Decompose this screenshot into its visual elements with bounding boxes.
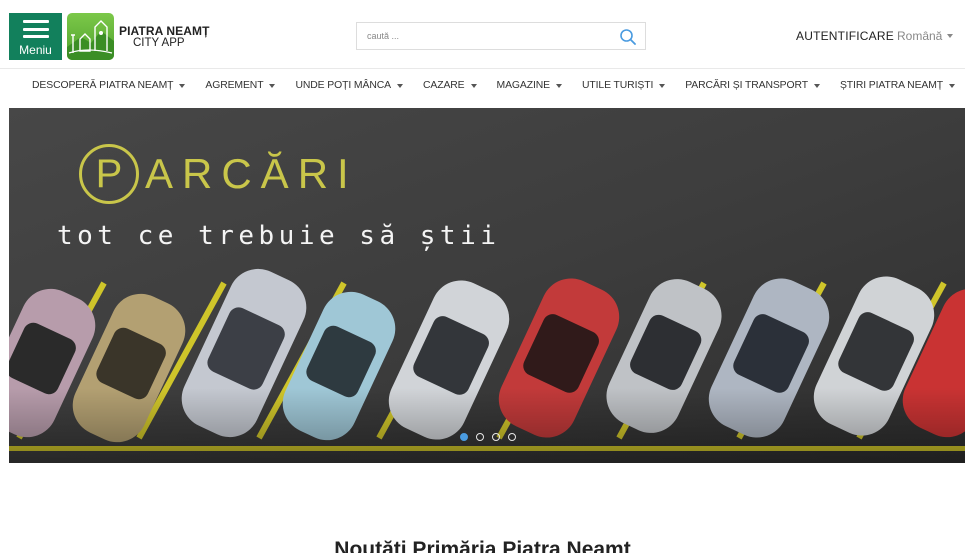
nav-item-label: UTILE TURIȘTI	[581, 80, 654, 91]
nav-item-stiri[interactable]: ȘTIRI PIATRA NEAMȚ	[839, 80, 956, 91]
nav-item-label: MAGAZINE	[496, 80, 551, 91]
caret-down-icon	[396, 83, 403, 88]
slider-dot-4[interactable]	[508, 433, 516, 441]
nav-item-label: DESCOPERĂ PIATRA NEAMȚ	[32, 80, 174, 91]
nav-item-descopera[interactable]: DESCOPERĂ PIATRA NEAMȚ	[32, 80, 186, 91]
hero-subtitle: tot ce trebuie să știi	[57, 221, 501, 251]
search-input[interactable]	[357, 23, 607, 49]
hero-slider[interactable]: P ARCĂRI tot ce trebuie să știi	[9, 108, 965, 463]
nav-item-label: PARCĂRI ȘI TRANSPORT	[685, 80, 808, 91]
logo-line-1: PIATRA NEAMȚ	[119, 23, 210, 38]
nav-item-utile-turisti[interactable]: UTILE TURIȘTI	[581, 80, 666, 91]
caret-down-icon	[555, 83, 562, 88]
parking-p-icon: P	[79, 144, 139, 204]
nav-item-agrement[interactable]: AGREMENT	[205, 80, 276, 91]
logo-line-2: CITY APP	[133, 36, 185, 49]
caret-down-icon	[179, 83, 186, 88]
nav-item-label: CAZARE	[422, 80, 465, 91]
caret-down-icon	[949, 83, 956, 88]
search-icon[interactable]	[619, 28, 637, 46]
main-nav: DESCOPERĂ PIATRA NEAMȚ AGREMENT UNDE POȚ…	[0, 68, 965, 108]
language-label: Română	[897, 29, 943, 43]
logo-mark-icon	[67, 13, 114, 60]
caret-down-icon	[269, 83, 276, 88]
search-bar	[356, 22, 646, 50]
slider-dot-3[interactable]	[492, 433, 500, 441]
language-selector[interactable]: Română	[897, 29, 954, 43]
login-link[interactable]: AUTENTIFICARE	[796, 29, 894, 43]
slider-pagination	[460, 433, 524, 441]
menu-button[interactable]: Meniu	[9, 13, 62, 60]
slider-dot-2[interactable]	[476, 433, 484, 441]
slider-dot-1[interactable]	[460, 433, 468, 441]
nav-item-cazare[interactable]: CAZARE	[423, 80, 477, 91]
hero-title: P ARCĂRI	[79, 144, 358, 204]
nav-item-label: ȘTIRI PIATRA NEAMȚ	[839, 80, 944, 91]
section-title: Noutăți Primăria Piatra Neamț	[334, 538, 631, 553]
caret-down-icon	[813, 83, 820, 88]
logo-text: PIATRA NEAMȚ CITY APP	[119, 25, 210, 49]
caret-down-icon	[947, 34, 954, 38]
nav-item-magazine[interactable]: MAGAZINE	[497, 80, 562, 91]
nav-item-parcari-transport[interactable]: PARCĂRI ȘI TRANSPORT	[685, 80, 820, 91]
menu-label: Meniu	[19, 43, 52, 57]
caret-down-icon	[659, 83, 666, 88]
site-header: Meniu PIATRA NEAMȚ CITY APP AUTENTIFICAR…	[0, 0, 965, 68]
hero-title-text: ARCĂRI	[145, 150, 358, 197]
nav-item-label: AGREMENT	[205, 80, 264, 91]
site-logo[interactable]: PIATRA NEAMȚ CITY APP	[67, 13, 210, 60]
hamburger-icon	[22, 20, 49, 38]
nav-item-label: UNDE POȚI MÂNCA	[295, 80, 391, 91]
nav-item-unde-poti-manca[interactable]: UNDE POȚI MÂNCA	[295, 80, 403, 91]
caret-down-icon	[470, 83, 477, 88]
